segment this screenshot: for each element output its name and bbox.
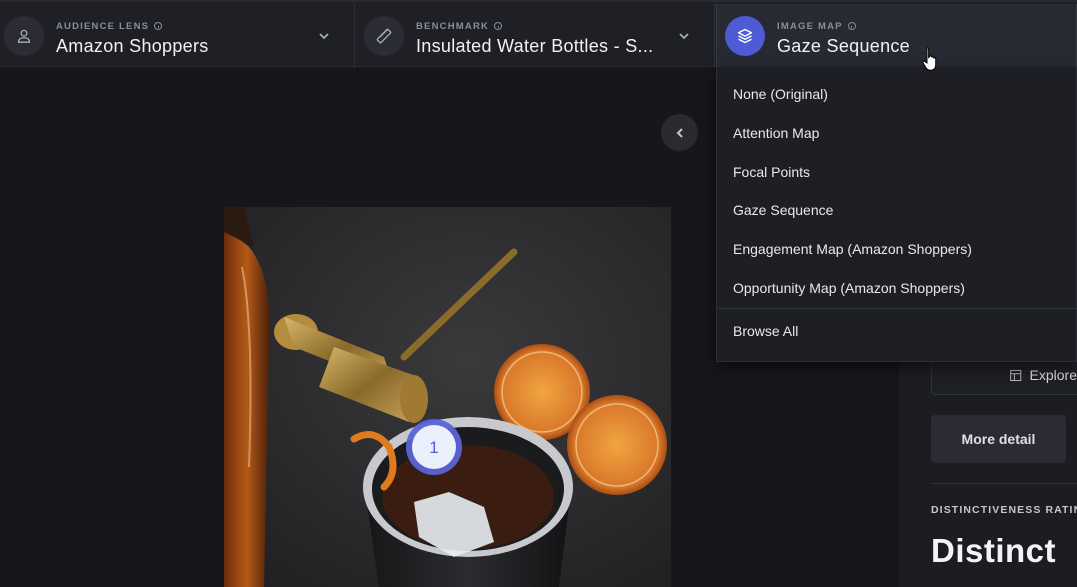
layers-icon [725, 16, 765, 56]
hand-pointer-icon [922, 47, 937, 71]
image-map-label: IMAGE MAP [777, 20, 910, 32]
audience-lens-value: Amazon Shoppers [56, 36, 209, 56]
audience-lens-label: AUDIENCE LENS [56, 20, 209, 32]
benchmark-label: BENCHMARK [416, 20, 653, 32]
benchmark-eyebrow: BENCHMARK [416, 20, 490, 32]
option-attention-map[interactable]: Attention Map [733, 125, 819, 141]
image-map-selector[interactable]: IMAGE MAP Gaze Sequence [716, 4, 1077, 68]
chevron-left-icon [676, 127, 683, 138]
person-icon [4, 16, 44, 56]
image-map-dropdown: None (Original) Attention Map Focal Poin… [716, 67, 1077, 362]
product-photo: 1 [224, 207, 671, 587]
image-map-eyebrow: IMAGE MAP [777, 20, 843, 32]
info-icon[interactable] [847, 22, 856, 30]
distinctiveness-rating-value: Distinct [931, 532, 1057, 569]
distinctiveness-rating-label: DISTINCTIVENESS RATING [931, 504, 1077, 516]
chevron-down-icon [319, 33, 329, 40]
product-image: 1 [224, 207, 671, 587]
app-root: AUDIENCE LENS Amazon Shoppers BENCHMARK [0, 0, 1077, 587]
ruler-icon [364, 16, 404, 56]
audience-lens-eyebrow: AUDIENCE LENS [56, 20, 150, 32]
image-map-value: Gaze Sequence [777, 36, 910, 56]
option-engagement-map[interactable]: Engagement Map (Amazon Shoppers) [733, 241, 972, 257]
option-focal-points[interactable]: Focal Points [733, 164, 810, 180]
explore-label: Explore [1029, 367, 1077, 383]
layout-icon [1010, 369, 1022, 381]
chevron-down-icon [679, 33, 689, 40]
benchmark-selector[interactable]: BENCHMARK Insulated Water Bottles - S... [356, 4, 715, 68]
info-icon[interactable] [494, 22, 503, 30]
previous-image-button[interactable] [661, 114, 698, 151]
benchmark-value: Insulated Water Bottles - S... [416, 36, 654, 56]
gaze-sequence-marker[interactable]: 1 [429, 438, 438, 457]
option-none-original[interactable]: None (Original) [733, 86, 828, 102]
more-detail-button[interactable]: More detail [931, 415, 1066, 463]
audience-lens-selector[interactable]: AUDIENCE LENS Amazon Shoppers [0, 4, 355, 68]
dropdown-divider [717, 308, 1077, 309]
browse-all-option[interactable]: Browse All [733, 323, 798, 339]
option-gaze-sequence[interactable]: Gaze Sequence [733, 202, 833, 218]
info-icon[interactable] [154, 22, 163, 30]
top-selector-bar: AUDIENCE LENS Amazon Shoppers BENCHMARK [0, 0, 1077, 68]
panel-divider [931, 483, 1077, 484]
option-opportunity-map[interactable]: Opportunity Map (Amazon Shoppers) [733, 280, 965, 296]
